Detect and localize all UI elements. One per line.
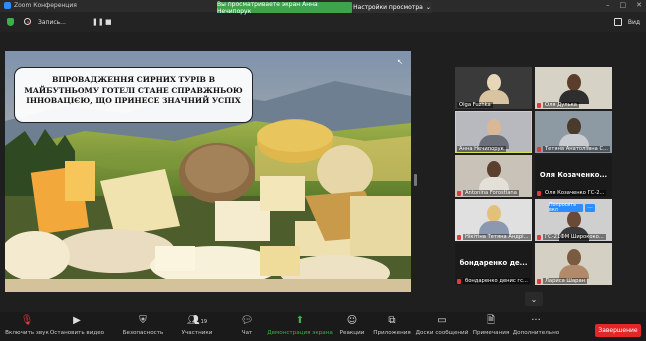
maximize-button[interactable]: □ — [620, 1, 627, 9]
panel-splitter-handle[interactable] — [414, 174, 417, 186]
participant-tile[interactable]: Нікітіна Тетяна Андрі... — [455, 199, 532, 241]
participant-name: Оля Козаченко ГС-2... — [543, 190, 607, 196]
muted-mic-icon — [537, 191, 541, 196]
stop-video-button[interactable]: ▶︎ Остановить видео — [46, 315, 108, 336]
muted-mic-icon — [537, 235, 541, 240]
recording-icon — [24, 18, 31, 25]
participant-tile[interactable]: Оля Дулька — [535, 67, 612, 109]
minimize-button[interactable]: – — [606, 1, 610, 9]
meeting-top-bar: Запись... ❚❚ ■ Вид — [0, 12, 646, 32]
window-title: Zoom Конференция — [14, 2, 77, 9]
participant-name: Оля Дулька — [543, 102, 579, 108]
participant-tile[interactable]: Olga Fuzhka — [455, 67, 532, 109]
view-options-label: Настройки просмотра — [353, 4, 423, 11]
more-label: Дополнительно — [512, 330, 560, 336]
muted-mic-icon — [537, 103, 541, 108]
window-controls: – □ ✕ — [606, 1, 642, 9]
muted-mic-icon — [457, 235, 461, 240]
security-shield-icon[interactable] — [7, 18, 14, 26]
participant-video — [478, 205, 509, 235]
shared-slide: Впровадження сирних турів в майбутньому … — [5, 51, 411, 292]
participant-video — [478, 74, 509, 104]
recording-label: Запись... — [38, 19, 66, 26]
participant-name: ГС-21ФМ Ширококо... — [543, 234, 606, 240]
muted-mic-icon — [537, 279, 541, 284]
muted-mic-icon — [537, 147, 541, 152]
participant-tile[interactable]: Antonina Forostiana — [455, 155, 532, 197]
security-label: Безопасность — [122, 330, 164, 336]
participant-name: Лариса Шаран — [543, 278, 588, 284]
muted-mic-icon — [457, 279, 461, 284]
pause-recording-icon[interactable]: ❚❚ — [92, 18, 104, 26]
view-button[interactable]: Вид — [628, 19, 640, 26]
view-options-button[interactable]: Настройки просмотра ⌄ — [352, 2, 432, 13]
cursor-icon: ↖ — [397, 58, 403, 66]
end-meeting-button[interactable]: Завершение — [595, 324, 641, 337]
zoom-logo-icon — [4, 2, 11, 9]
participant-name: бондаренко денис гс... — [463, 278, 530, 284]
notes-label: Примечания — [472, 330, 510, 336]
participant-name: Анна Нечипорук — [457, 146, 506, 152]
participant-tile[interactable]: Оля Козаченко... Оля Козаченко ГС-2... — [535, 155, 612, 197]
gallery-next-page-button[interactable]: ⌄ — [525, 292, 543, 306]
screen-share-banner: Вы просматриваете экран Анна Нечипорук — [217, 1, 352, 15]
participant-display-name: бондаренко де... — [459, 259, 528, 267]
shield-icon: ⛨ — [139, 315, 147, 326]
participant-tile-active-speaker[interactable]: Анна Нечипорук — [455, 111, 532, 153]
participant-tile[interactable]: бондаренко де... бондаренко денис гс... — [455, 243, 532, 285]
stop-recording-icon[interactable]: ■ — [105, 18, 112, 26]
slide-title: Впровадження сирних турів в майбутньому … — [14, 67, 253, 123]
participant-tile[interactable]: Лариса Шаран — [535, 243, 612, 285]
participant-video — [558, 74, 589, 104]
participant-video — [478, 119, 509, 149]
participants-count: 19 — [200, 319, 208, 325]
participant-video — [558, 249, 589, 279]
participant-name: Antonina Forostiana — [463, 190, 519, 196]
chevron-down-icon: ⌄ — [425, 4, 431, 11]
participant-name: Olga Fuzhka — [457, 102, 493, 108]
participant-tile[interactable]: Тетяна Анатоліївна С... — [535, 111, 612, 153]
app-title: Zoom Конференция — [4, 2, 77, 9]
video-camera-icon: ▶︎ — [73, 315, 81, 326]
security-button[interactable]: ⛨ Безопасность — [112, 315, 174, 336]
ask-to-unmute-button[interactable]: Попросить вкл — [549, 203, 583, 213]
more-button[interactable]: ··· Дополнительно — [505, 315, 567, 336]
chat-label: Чат — [241, 330, 253, 336]
apps-label: Приложения — [373, 330, 411, 336]
participants-label: Участники — [181, 330, 213, 336]
unmute-label: Включить звук — [5, 330, 49, 336]
close-button[interactable]: ✕ — [636, 1, 642, 9]
more-options-button[interactable]: ··· — [585, 204, 595, 212]
participant-video — [478, 161, 509, 191]
participant-name: Тетяна Анатоліївна С... — [543, 146, 611, 152]
stop-video-label: Остановить видео — [49, 330, 105, 336]
muted-mic-icon — [457, 191, 461, 196]
participant-video — [558, 118, 589, 148]
meeting-toolbar: 🎙︎ Включить звук ▶︎ Остановить видео ⛨ Б… — [0, 312, 646, 341]
participant-display-name: Оля Козаченко... — [539, 171, 608, 179]
shared-screen-area: Впровадження сирних турів в майбутньому … — [0, 32, 444, 312]
participants-gallery: Olga Fuzhka Оля Дулька Анна Нечипорук Те… — [449, 62, 613, 302]
participant-name: Нікітіна Тетяна Андрі... — [463, 234, 531, 240]
view-grid-icon[interactable] — [614, 18, 622, 26]
ellipsis-icon: ··· — [531, 315, 541, 326]
